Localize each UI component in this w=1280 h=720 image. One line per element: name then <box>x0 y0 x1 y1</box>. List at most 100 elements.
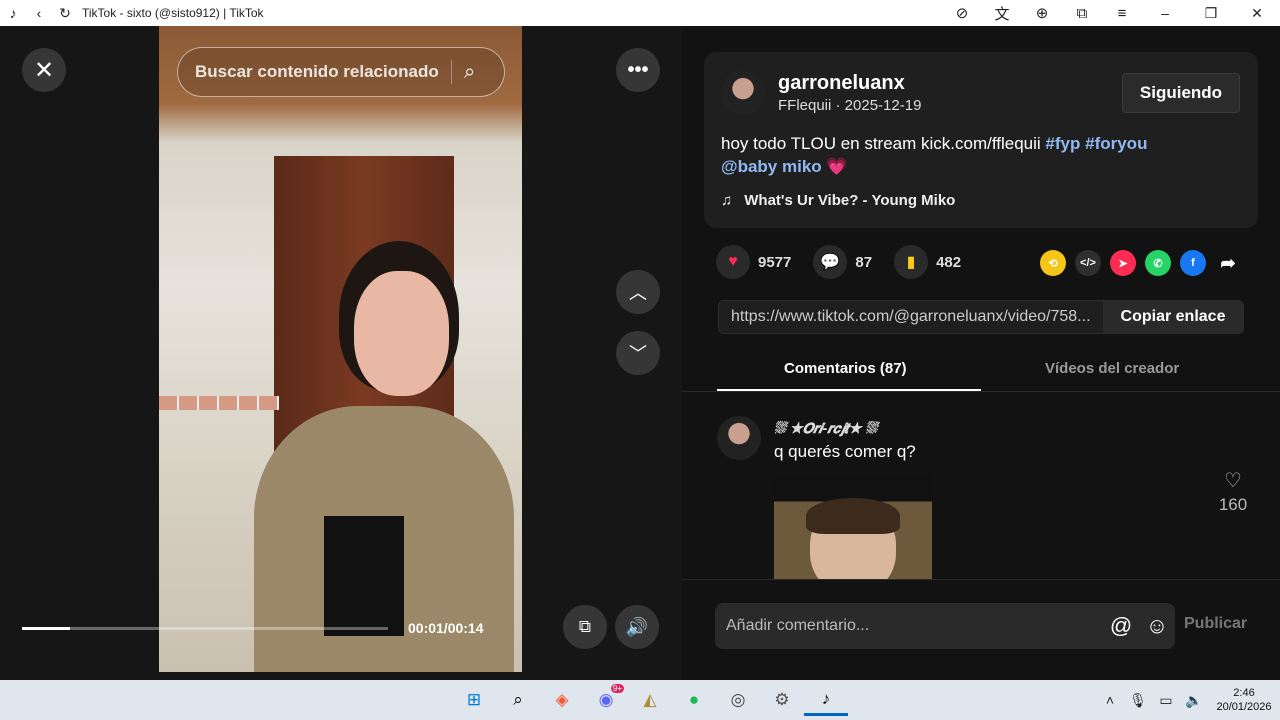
embed-icon[interactable]: </> <box>1075 250 1101 276</box>
speaker-icon[interactable]: 🔈 <box>1180 692 1208 709</box>
send-icon[interactable]: ➤ <box>1110 250 1136 276</box>
caption-text: hoy todo TLOU en stream kick.com/fflequi… <box>721 134 1046 153</box>
system-tray: ˄ 🎙 ▭ 🔈 2:46 20/01/2026 <box>1096 680 1280 720</box>
translate-icon[interactable]: 文 <box>982 0 1022 26</box>
no-media-icon[interactable]: ⊘ <box>942 0 982 26</box>
related-search-bar[interactable]: Buscar contenido relacionado ⌕ <box>177 47 505 97</box>
back-icon[interactable]: ‹ <box>26 0 52 26</box>
spotify-icon[interactable]: ● <box>672 684 716 716</box>
mention-icon[interactable]: @ <box>1103 613 1139 639</box>
minimize-icon[interactable]: – <box>1142 0 1188 26</box>
save-count: 482 <box>936 253 962 271</box>
wall-tiles <box>159 396 279 410</box>
menu-icon[interactable]: ≡ <box>1102 0 1142 26</box>
zoom-icon[interactable]: ⊕ <box>1022 0 1062 26</box>
details-panel: garroneluanx FFlequii · 2025-12-19 Sigui… <box>682 26 1280 682</box>
tiktok-taskbar-icon[interactable]: ♪ <box>804 684 848 716</box>
post-caption: hoy todo TLOU en stream kick.com/fflequi… <box>721 132 1241 178</box>
window-title: TikTok - sixto (@sisto912) | TikTok <box>82 6 264 20</box>
comment-image-hair <box>806 498 900 534</box>
search-placeholder: Buscar contenido relacionado <box>195 62 439 81</box>
previous-video-button[interactable]: ︿ <box>616 270 660 314</box>
close-icon: ✕ <box>33 56 55 84</box>
tiktok-page: ✕ Buscar contenido relacionado ⌕ ••• ︿ ﹀… <box>0 26 1280 682</box>
like-count: 9577 <box>758 253 792 271</box>
clock-time: 2:46 <box>1233 687 1255 699</box>
microphone-icon[interactable]: 🎙 <box>1124 692 1152 709</box>
search-divider <box>451 60 452 84</box>
progress-fill <box>22 627 70 630</box>
author-avatar[interactable] <box>721 71 765 115</box>
clock[interactable]: 2:46 20/01/2026 <box>1208 686 1280 714</box>
search-taskbar-icon[interactable]: ⌕ <box>496 684 540 716</box>
emoji-icon[interactable]: ☺ <box>1139 613 1175 639</box>
network-icon[interactable]: ▭ <box>1152 692 1180 709</box>
publish-button[interactable]: Publicar <box>1184 615 1247 633</box>
hashtag-fyp[interactable]: #fyp <box>1045 134 1080 153</box>
browser-titlebar: ♪ ‹ ↻ TikTok - sixto (@sisto912) | TikTo… <box>0 0 1280 26</box>
comment-like-button[interactable]: ♡ 160 <box>1215 468 1247 515</box>
following-button[interactable]: Siguiendo <box>1122 73 1240 113</box>
facebook-icon[interactable]: f <box>1180 250 1206 276</box>
author-subline: FFlequii · 2025-12-19 <box>778 97 922 114</box>
league-icon[interactable]: ◭ <box>628 684 672 716</box>
video-frame[interactable] <box>159 26 522 672</box>
whatsapp-icon[interactable]: ✆ <box>1145 250 1171 276</box>
tab-creator-videos[interactable]: Vídeos del creador <box>1045 360 1179 377</box>
commenter-avatar[interactable] <box>717 416 761 460</box>
author-username[interactable]: garroneluanx <box>778 72 905 95</box>
progress-bar[interactable] <box>22 627 388 630</box>
panel-tabs: Comentarios (87) Vídeos del creador <box>682 346 1280 392</box>
music-title: What's Ur Vibe? - Young Miko <box>744 192 956 209</box>
comment-like-count: 160 <box>1218 495 1247 514</box>
video-time: 00:01/00:14 <box>408 620 484 636</box>
music-link[interactable]: ♫ What's Ur Vibe? - Young Miko <box>721 192 955 209</box>
like-button[interactable]: ♥ 9577 <box>716 245 791 279</box>
more-options-button[interactable]: ••• <box>616 48 660 92</box>
heart-outline-icon: ♡ <box>1224 470 1242 492</box>
start-icon[interactable]: ⊞ <box>452 684 496 716</box>
tiktok-logo-icon: ♪ <box>9 5 17 21</box>
save-button[interactable]: ▮ 482 <box>894 245 961 279</box>
discord-badge: 9+ <box>610 684 624 693</box>
restore-icon[interactable]: ❐ <box>1188 0 1234 26</box>
share-options: ⟲ </> ➤ ✆ f ➦ <box>1040 250 1250 276</box>
comment-item: ⛆ ★𝙊𝙧𝙞-𝙧𝙘𝙟𝙩★ ⛆ q querés comer q? ♡ 160 <box>717 416 1247 580</box>
discord-icon[interactable]: ◉ 9+ <box>584 684 628 716</box>
close-video-button[interactable]: ✕ <box>22 48 66 92</box>
repost-icon[interactable]: ⟲ <box>1040 250 1066 276</box>
post-info-card: garroneluanx FFlequii · 2025-12-19 Sigui… <box>704 52 1258 228</box>
close-window-icon[interactable]: ✕ <box>1234 0 1280 26</box>
brave-icon[interactable]: ◈ <box>540 684 584 716</box>
copy-link-button[interactable]: Copiar enlace <box>1103 300 1243 334</box>
comment-icon: 💬 <box>813 245 848 279</box>
volume-button[interactable]: 🔊 <box>615 605 659 649</box>
more-icon: ••• <box>627 58 649 81</box>
chevron-down-icon: ﹀ <box>629 344 647 364</box>
chevron-up-icon: ︿ <box>629 283 647 303</box>
hashtag-foryou[interactable]: #foryou <box>1085 134 1147 153</box>
settings-icon[interactable]: ⚙ <box>760 684 804 716</box>
chevron-up-tray-icon[interactable]: ˄ <box>1096 692 1124 708</box>
share-arrow-icon[interactable]: ➦ <box>1215 250 1241 276</box>
mention-link[interactable]: @baby miko <box>721 157 822 176</box>
floating-player-button[interactable]: ⧉ <box>563 605 607 649</box>
tab-comments[interactable]: Comentarios (87) <box>784 360 907 377</box>
search-icon[interactable]: ⌕ <box>464 61 504 84</box>
share-link-box: https://www.tiktok.com/@garroneluanx/vid… <box>718 300 1244 334</box>
commenter-name[interactable]: ⛆ ★𝙊𝙧𝙞-𝙧𝙘𝙟𝙩★ ⛆ <box>774 420 877 437</box>
reload-icon[interactable]: ↻ <box>52 0 78 26</box>
taskbar-apps: ⊞ ⌕ ◈ ◉ 9+ ◭ ● ◎ ⚙ ♪ <box>452 684 848 716</box>
comment-image[interactable] <box>774 474 932 580</box>
comment-input[interactable]: Añadir comentario... @ ☺ <box>715 603 1175 649</box>
comment-button[interactable]: 💬 87 <box>813 245 872 279</box>
steam-icon[interactable]: ◎ <box>716 684 760 716</box>
share-link-url[interactable]: https://www.tiktok.com/@garroneluanx/vid… <box>719 308 1103 326</box>
next-video-button[interactable]: ﹀ <box>616 331 660 375</box>
engagement-actions: ♥ 9577 💬 87 ▮ 482 <box>716 245 983 279</box>
music-note-icon: ♫ <box>721 192 733 209</box>
composer-divider <box>682 579 1280 580</box>
clock-date: 20/01/2026 <box>1216 701 1272 713</box>
comment-text: q querés comer q? <box>774 442 916 461</box>
extensions-icon[interactable]: ⧉ <box>1062 0 1102 26</box>
